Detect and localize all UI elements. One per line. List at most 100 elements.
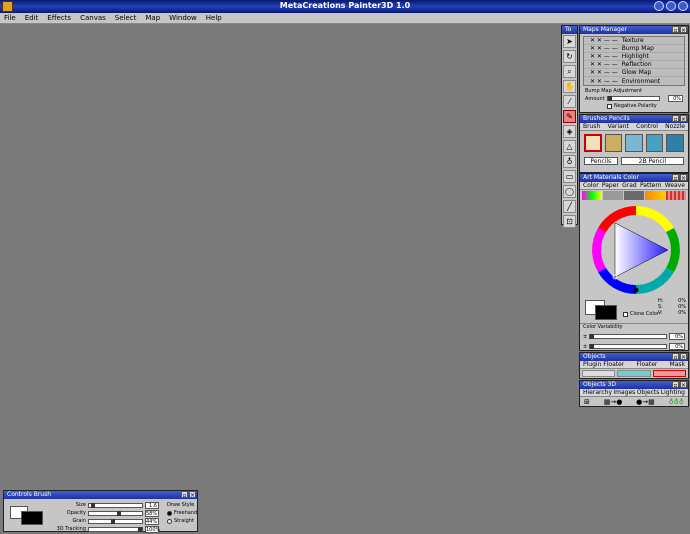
3d-tracking-value[interactable]: 100% xyxy=(145,525,160,533)
amount-slider[interactable] xyxy=(606,96,660,101)
map-row[interactable]: ✕ ✕ — — Environment xyxy=(584,77,684,85)
hue-ring-yellow[interactable] xyxy=(636,206,674,232)
lasso-tool-icon[interactable]: ◯ xyxy=(563,185,576,198)
3d-tracking-slider-knob[interactable] xyxy=(138,526,142,532)
weave-swatch[interactable] xyxy=(666,191,686,200)
hierarchy-icon[interactable]: ⊞ xyxy=(584,398,590,406)
close-button[interactable] xyxy=(678,1,688,11)
map-row[interactable]: ✕ ✕ — — Highlight xyxy=(584,53,684,61)
map-row[interactable]: ✕ ✕ — — Texture xyxy=(584,37,684,45)
mask-icon[interactable] xyxy=(652,370,686,377)
menu-map[interactable]: Map xyxy=(145,14,160,22)
crop-tool-icon[interactable]: ⊡ xyxy=(563,215,576,228)
tab-grad[interactable]: Grad xyxy=(622,182,637,189)
maps-manager-title[interactable]: Maps Manager ▫ × xyxy=(580,26,688,34)
color-wheel[interactable] xyxy=(580,203,688,298)
size-value[interactable]: 1.6 xyxy=(145,501,159,509)
tab-variant[interactable]: Variant xyxy=(608,123,629,130)
brush-tool-icon[interactable]: ✎ xyxy=(563,110,576,123)
tab-lighting[interactable]: Lighting xyxy=(661,389,685,396)
hand-tool-icon[interactable]: ✋ xyxy=(563,80,576,93)
menu-help[interactable]: Help xyxy=(206,14,222,22)
straight-radio[interactable] xyxy=(167,518,172,524)
secondary-color-chip[interactable] xyxy=(595,305,617,320)
plugin-floater-icon[interactable] xyxy=(582,370,616,377)
pen-brush-icon[interactable] xyxy=(645,134,664,152)
images-icon[interactable]: ▦→● xyxy=(604,398,623,406)
rectangle-tool-icon[interactable]: ▭ xyxy=(563,170,576,183)
tab-control[interactable]: Control xyxy=(636,123,658,130)
panel-close-icon[interactable]: × xyxy=(680,174,687,182)
objects3d-title[interactable]: Objects 3D ▫ × xyxy=(580,381,688,389)
menu-canvas[interactable]: Canvas xyxy=(80,14,106,22)
opacity-slider[interactable] xyxy=(88,510,143,516)
gradient-swatch[interactable] xyxy=(624,191,644,200)
tab-hierarchy[interactable]: Hierarchy xyxy=(583,389,612,396)
tab-objects[interactable]: Objects xyxy=(637,389,660,396)
magnifier-tool-icon[interactable]: ⌕ xyxy=(563,65,576,78)
panel-resize-icon[interactable]: ▫ xyxy=(672,26,679,34)
map-row[interactable]: ✕ ✕ — — Bump Map xyxy=(584,45,684,53)
controls-brush-title[interactable]: Controls Brush ▫ × xyxy=(4,491,197,499)
lightbulb-tool-icon[interactable]: ♁ xyxy=(563,155,576,168)
floater-icon[interactable] xyxy=(617,370,651,377)
menu-select[interactable]: Select xyxy=(115,14,137,22)
hue-picker-marker[interactable] xyxy=(633,287,639,293)
clone-color-checkbox[interactable] xyxy=(623,311,628,317)
brush-category-select[interactable]: Pencils xyxy=(584,157,618,165)
panel-resize-icon[interactable]: ▫ xyxy=(672,381,679,389)
variability-s-value[interactable]: 0% xyxy=(669,343,685,350)
airbrush-brush-icon[interactable] xyxy=(625,134,643,152)
brushes-title[interactable]: Brushes Pencils ▫ × xyxy=(580,115,688,123)
map-row[interactable]: ✕ ✕ — — Reflection xyxy=(584,61,684,69)
panel-close-icon[interactable]: × xyxy=(680,115,687,123)
toolbox-title[interactable]: To xyxy=(562,26,577,34)
minimize-button[interactable] xyxy=(654,1,664,11)
variability-h-knob[interactable] xyxy=(590,334,595,339)
paint-bucket-tool-icon[interactable]: ◈ xyxy=(563,125,576,138)
size-slider-knob[interactable] xyxy=(91,502,95,508)
objects-title[interactable]: Objects ▫ × xyxy=(580,353,688,361)
map-row[interactable]: ✕ ✕ — — Glow Map xyxy=(584,69,684,77)
dropper-tool-icon[interactable]: ⁄ xyxy=(563,95,576,108)
chalk-brush-icon[interactable] xyxy=(604,134,623,152)
hue-ring-cyan[interactable] xyxy=(636,268,674,294)
menu-effects[interactable]: Effects xyxy=(47,14,71,22)
freehand-radio[interactable] xyxy=(167,510,172,516)
tab-color[interactable]: Color xyxy=(583,182,599,189)
panel-close-icon[interactable]: × xyxy=(680,381,687,389)
panel-resize-icon[interactable]: ▫ xyxy=(672,174,679,182)
variability-s-slider[interactable] xyxy=(589,344,668,349)
variability-h-slider[interactable] xyxy=(589,334,668,339)
brush-variant-select[interactable]: 2B Pencil xyxy=(620,157,684,165)
tab-nozzle[interactable]: Nozzle xyxy=(665,123,685,130)
tab-weave[interactable]: Weave xyxy=(665,182,685,189)
variability-s-knob[interactable] xyxy=(590,344,595,349)
menu-window[interactable]: Window xyxy=(169,14,197,22)
lighting-icon[interactable]: ♁♁♁ xyxy=(669,398,684,406)
art-materials-title[interactable]: Art Materials Color ▫ × xyxy=(580,174,688,182)
grain-slider[interactable] xyxy=(88,518,143,524)
arrow-tool-icon[interactable]: ➤ xyxy=(563,35,576,48)
objects-icon[interactable]: ●→▦ xyxy=(636,398,655,406)
marker-brush-icon[interactable] xyxy=(666,134,685,152)
panel-resize-icon[interactable]: ▫ xyxy=(672,353,679,361)
rotate-tool-icon[interactable]: ↻ xyxy=(563,50,576,63)
saturation-value-triangle[interactable] xyxy=(614,222,669,278)
pattern-swatch[interactable] xyxy=(645,191,665,200)
tab-images[interactable]: Images xyxy=(613,389,635,396)
size-slider[interactable] xyxy=(88,502,143,508)
color-swatch[interactable] xyxy=(582,191,602,200)
amount-slider-knob[interactable] xyxy=(607,96,612,101)
panel-resize-icon[interactable]: ▫ xyxy=(181,491,188,499)
tab-pattern[interactable]: Pattern xyxy=(640,182,662,189)
tab-floater[interactable]: Floater xyxy=(636,361,657,368)
variability-h-value[interactable]: 0% xyxy=(669,333,685,340)
tab-paper[interactable]: Paper xyxy=(602,182,619,189)
tab-mask[interactable]: Mask xyxy=(670,361,685,368)
negative-polarity-checkbox[interactable] xyxy=(607,103,612,109)
menu-edit[interactable]: Edit xyxy=(25,14,39,22)
opacity-value[interactable]: 58% xyxy=(145,509,159,517)
panel-close-icon[interactable]: × xyxy=(680,26,687,34)
panel-close-icon[interactable]: × xyxy=(680,353,687,361)
